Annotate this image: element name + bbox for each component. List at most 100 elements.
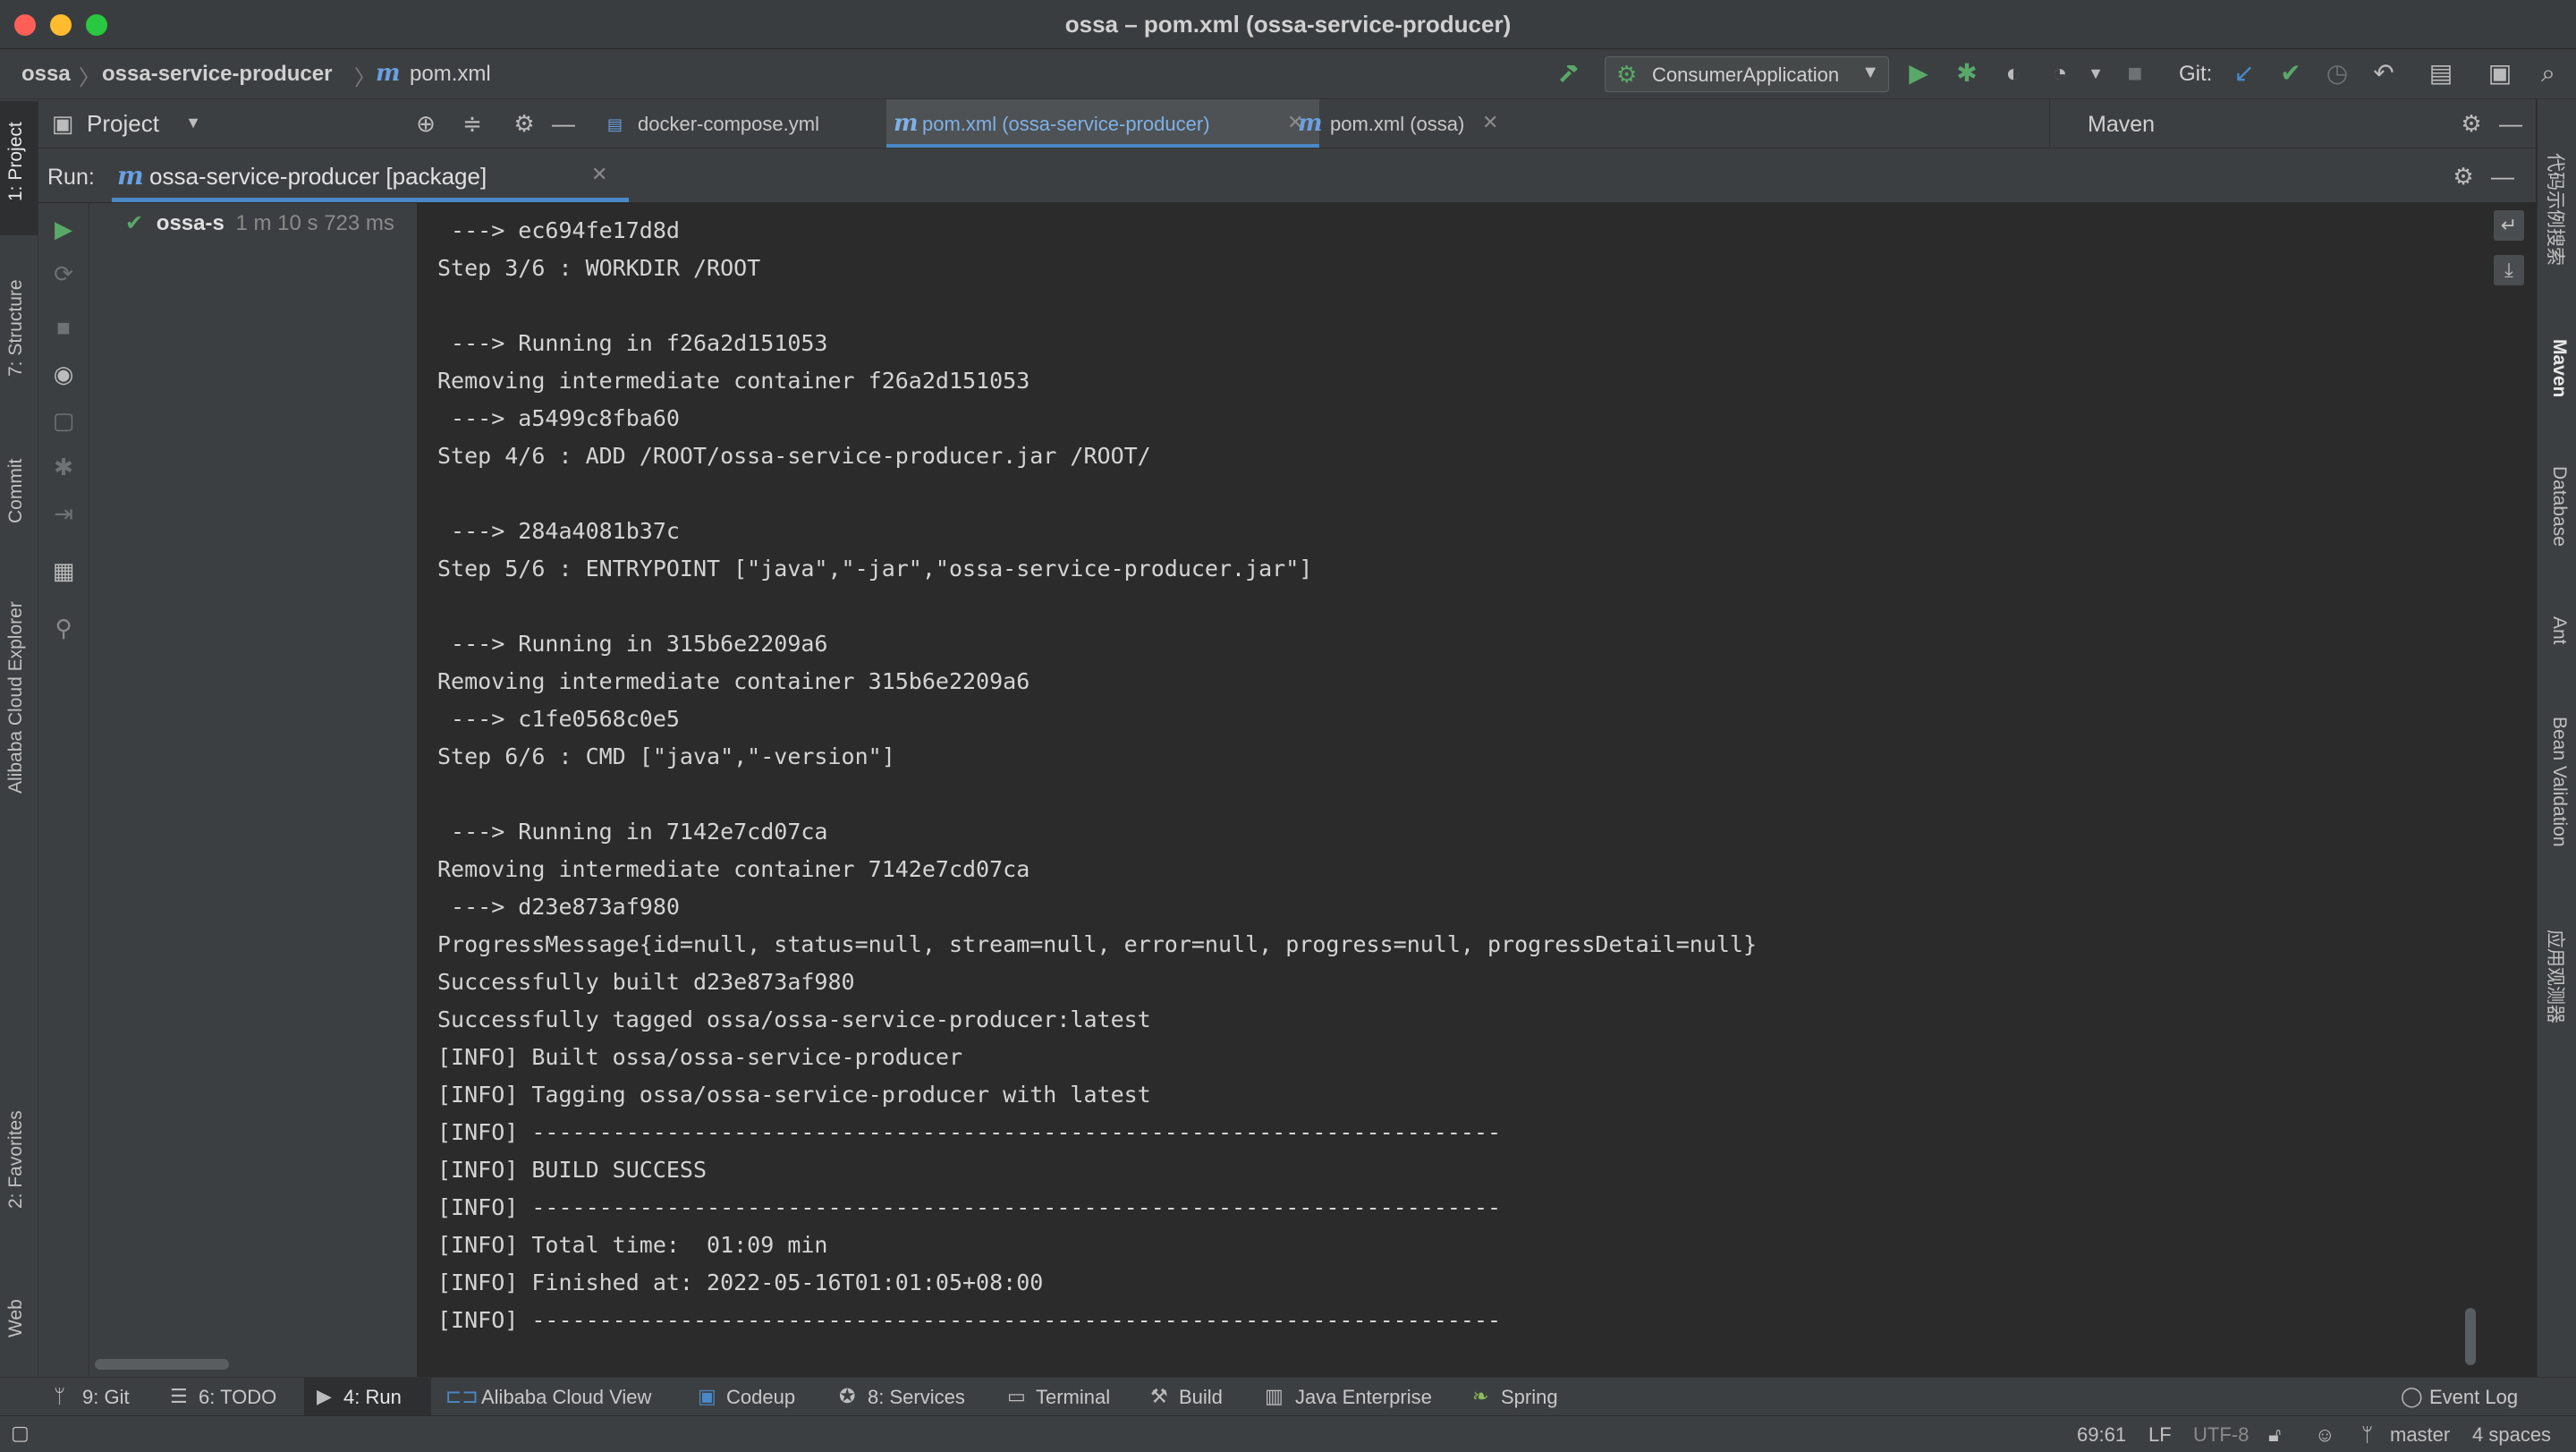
vertical-scrollbar[interactable] xyxy=(2465,1308,2476,1365)
bottom-tab-alibaba-cloud-view[interactable]: ⊏⊐ Alibaba Cloud View xyxy=(445,1378,669,1415)
export-icon[interactable]: ⇥ xyxy=(49,500,78,528)
hide-panel-icon[interactable]: — xyxy=(2489,163,2516,191)
tool-tab-alibaba-cloud-explorer[interactable]: Alibaba Cloud Explorer xyxy=(5,601,27,794)
collapse-all-icon[interactable]: ≑ xyxy=(459,110,486,138)
spring-leaf-icon: ❧ xyxy=(1472,1385,1489,1407)
locate-target-icon[interactable]: ⊕ xyxy=(412,110,439,138)
editor-tab-pom-producer[interactable]: m pom.xml (ossa-service-producer) ✕ xyxy=(886,99,1319,148)
soft-wrap-icon[interactable]: ↵ xyxy=(2494,210,2524,241)
terminal-icon: ▭ xyxy=(1007,1385,1026,1407)
maven-file-icon: m xyxy=(117,161,144,191)
rerun-failed-icon[interactable]: ⟳ xyxy=(49,260,78,288)
hide-panel-icon[interactable]: — xyxy=(2497,110,2524,138)
search-icon[interactable]: ⌕ xyxy=(2533,60,2563,87)
close-icon[interactable]: ✕ xyxy=(591,163,607,186)
gear-icon[interactable]: ⚙ xyxy=(2458,110,2485,138)
bottom-tab-git[interactable]: ᛘ 9: Git xyxy=(54,1378,147,1415)
indent-setting[interactable]: 4 spaces xyxy=(2472,1423,2551,1447)
build-hammer-icon[interactable] xyxy=(1553,60,1583,92)
bottom-tab-run[interactable]: ▶ 4: Run xyxy=(304,1378,431,1415)
project-panel-title[interactable]: Project xyxy=(87,110,159,138)
tool-tab-favorites[interactable]: 2: Favorites xyxy=(5,1110,27,1209)
console-line: ---> Running in 315b6e2209a6 xyxy=(437,631,828,657)
rollback-icon[interactable]: ↶ xyxy=(2368,60,2399,87)
bottom-tab-label: Spring xyxy=(1501,1386,1558,1408)
lock-icon[interactable]: 🔓︎ xyxy=(2268,1423,2281,1447)
pin-icon[interactable]: ⚲ xyxy=(49,615,78,642)
bottom-tab-spring[interactable]: ❧ Spring xyxy=(1472,1378,1580,1415)
console-output[interactable]: ---> ec694fe17d8d Step 3/6 : WORKDIR /ROO… xyxy=(418,203,2457,1377)
profile-icon[interactable]: ◔ xyxy=(2045,60,2075,87)
run-tab-label: ossa-service-producer [package] xyxy=(149,163,487,190)
editor-tab-pom-ossa[interactable]: m pom.xml (ossa) ✕ xyxy=(1291,99,1559,148)
inspector-icon[interactable]: ☺︎ xyxy=(2315,1423,2334,1447)
editor-tab-label: docker-compose.yml xyxy=(638,113,819,135)
tool-tab-database[interactable]: Database xyxy=(2548,466,2570,547)
chevron-down-icon[interactable]: ▼ xyxy=(2080,60,2111,87)
event-log-button[interactable]: ◯ Event Log xyxy=(2401,1378,2571,1415)
debug-bug-icon[interactable]: ✱ xyxy=(1952,60,1982,87)
console-toolbar: ↵ ⤓ xyxy=(2481,203,2535,1377)
debug-bug-icon[interactable]: ✱ xyxy=(49,454,78,481)
toggle-tool-windows-icon[interactable]: ▢ xyxy=(11,1422,30,1445)
horizontal-scrollbar[interactable] xyxy=(95,1359,229,1370)
coverage-icon[interactable]: ◐ xyxy=(1998,60,2029,87)
chevron-down-icon[interactable]: ▼ xyxy=(180,114,207,132)
right-tool-stripe: 代码示例搜索 Maven Database Ant Bean Validatio… xyxy=(2537,99,2576,1377)
console-line: Step 4/6 : ADD /ROOT/ossa-service-produc… xyxy=(437,443,1151,469)
maven-file-icon: m xyxy=(376,60,401,87)
tool-tab-code-sample-search[interactable]: 代码示例搜索 xyxy=(2543,153,2570,266)
breadcrumb-file[interactable]: pom.xml xyxy=(410,62,491,87)
tool-tab-project[interactable]: 1: Project xyxy=(5,122,27,201)
tool-tab-app-observer[interactable]: 应用观测器 xyxy=(2543,930,2570,1023)
run-configuration-selector[interactable]: ⚙ ConsumerApplication ▼ xyxy=(1605,56,1889,92)
presentation-mode-icon[interactable]: ▣ xyxy=(2485,60,2515,87)
editor-tab-docker-compose[interactable]: ▤ docker-compose.yml ✕ xyxy=(602,99,915,148)
gear-icon[interactable]: ⚙ xyxy=(511,110,538,138)
rerun-icon[interactable]: ▶ xyxy=(49,216,78,243)
project-structure-icon[interactable]: ▤ xyxy=(2426,60,2456,87)
camera-icon[interactable]: ▢ xyxy=(49,407,78,435)
scroll-to-end-icon[interactable]: ⤓ xyxy=(2494,255,2524,285)
tool-tab-structure[interactable]: 7: Structure xyxy=(5,279,27,377)
breadcrumb-module[interactable]: ossa-service-producer xyxy=(102,62,332,87)
eye-icon[interactable]: ◉ xyxy=(49,361,78,388)
tool-tab-web[interactable]: Web xyxy=(5,1299,27,1337)
bottom-tab-label: Terminal xyxy=(1036,1386,1111,1408)
layout-icon[interactable]: ▦ xyxy=(49,557,78,585)
close-icon[interactable]: ✕ xyxy=(1482,111,1498,134)
bottom-tab-terminal[interactable]: ▭ Terminal xyxy=(1007,1378,1132,1415)
tool-tab-maven[interactable]: Maven xyxy=(2548,339,2570,397)
stop-icon[interactable]: ■ xyxy=(49,314,78,342)
gear-icon[interactable]: ⚙ xyxy=(2450,163,2477,191)
tool-tab-ant[interactable]: Ant xyxy=(2548,616,2570,645)
console-line: [INFO] Total time: 01:09 min xyxy=(437,1232,828,1258)
bottom-tab-build[interactable]: ⚒ Build xyxy=(1150,1378,1240,1415)
stop-icon[interactable]: ■ xyxy=(2120,60,2150,87)
caret-position[interactable]: 69:61 xyxy=(2077,1423,2126,1447)
breadcrumb-separator-icon: 〉 xyxy=(354,66,376,90)
tool-tab-commit[interactable]: Commit xyxy=(5,459,27,523)
git-commit-check-icon[interactable]: ✔ xyxy=(2275,60,2306,87)
bottom-tab-java-enterprise[interactable]: ▥ Java Enterprise xyxy=(1265,1378,1444,1415)
git-update-icon[interactable]: ↙ xyxy=(2229,60,2259,87)
run-tree-item[interactable]: ✔ ossa-s 1 m 10 s 723 ms xyxy=(125,210,394,236)
tool-tab-bean-validation[interactable]: Bean Validation xyxy=(2548,717,2570,847)
bottom-tab-todo[interactable]: ☰ 6: TODO xyxy=(170,1378,286,1415)
console-line: Successfully tagged ossa/ossa-service-pr… xyxy=(437,1006,1151,1032)
git-branch-name[interactable]: master xyxy=(2390,1423,2450,1447)
bottom-tab-services[interactable]: ✪ 8: Services xyxy=(839,1378,982,1415)
run-tab-package[interactable]: m ossa-service-producer [package] ✕ xyxy=(112,149,629,202)
console-line: [INFO] Finished at: 2022-05-16T01:01:05+… xyxy=(437,1269,1044,1295)
file-encoding[interactable]: UTF-8 xyxy=(2193,1423,2249,1447)
spring-boot-icon: ⚙ xyxy=(1616,61,1638,88)
bottom-tab-codeup[interactable]: ▣ Codeup xyxy=(698,1378,805,1415)
line-separator[interactable]: LF xyxy=(2148,1423,2172,1447)
java-enterprise-icon: ▥ xyxy=(1265,1385,1284,1407)
run-panel-header: Run: m ossa-service-producer [package] ✕… xyxy=(38,149,2536,203)
hide-panel-icon[interactable]: — xyxy=(550,110,577,138)
git-history-icon[interactable]: ◷ xyxy=(2322,60,2352,87)
run-icon[interactable]: ▶ xyxy=(1903,60,1934,87)
breadcrumb-root[interactable]: ossa xyxy=(21,62,71,87)
